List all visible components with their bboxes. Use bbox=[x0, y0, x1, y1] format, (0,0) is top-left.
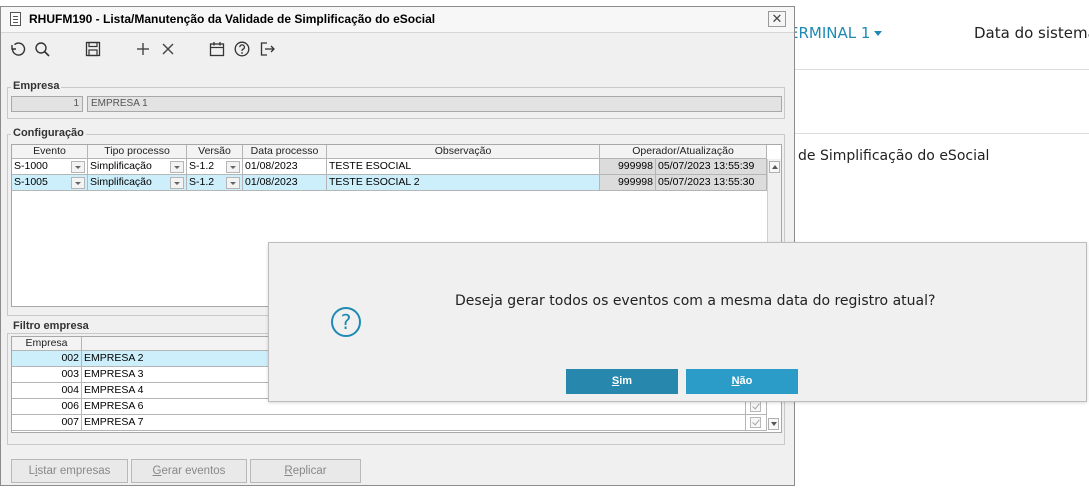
terminal-menu[interactable]: ERMINAL 1 bbox=[789, 24, 883, 42]
checkbox-checked[interactable] bbox=[750, 401, 761, 412]
search-icon[interactable] bbox=[33, 40, 51, 58]
checkbox-cell[interactable] bbox=[746, 415, 767, 431]
undo-icon[interactable] bbox=[8, 40, 26, 58]
close-button[interactable]: ✕ bbox=[768, 11, 786, 27]
empresa-code-field: 1 bbox=[11, 96, 83, 112]
chevron-down-icon bbox=[874, 31, 883, 36]
empresa-code-cell[interactable]: 002 bbox=[12, 351, 82, 367]
atualizacao-cell: 05/07/2023 13:55:39 bbox=[656, 159, 767, 175]
add-icon[interactable] bbox=[134, 40, 152, 58]
help-icon[interactable] bbox=[233, 40, 251, 58]
button-mnemonic: R bbox=[284, 465, 293, 477]
dialog-message: Deseja gerar todos os eventos com a mesm… bbox=[455, 293, 936, 309]
column-header-tipo-processo[interactable]: Tipo processo bbox=[88, 145, 187, 159]
button-mnemonic: G bbox=[152, 465, 162, 477]
tipo-processo-cell[interactable]: Simplificação bbox=[88, 159, 187, 175]
atualizacao-cell: 05/07/2023 13:55:30 bbox=[656, 175, 767, 191]
tipo-processo-value: Simplificação bbox=[90, 176, 152, 188]
configuracao-group-label: Configuração bbox=[11, 127, 86, 139]
data-processo-cell[interactable]: 01/08/2023 bbox=[243, 159, 327, 175]
exit-icon[interactable] bbox=[258, 40, 276, 58]
empresa-name-cell[interactable]: EMPRESA 7 bbox=[82, 415, 746, 431]
toolbar bbox=[1, 33, 794, 65]
listar-empresas-button[interactable]: Listar empresas bbox=[11, 459, 128, 483]
dropdown-arrow-icon[interactable] bbox=[71, 177, 85, 189]
evento-cell[interactable]: S-1000 bbox=[12, 159, 88, 175]
empresa-name-field: EMPRESA 1 bbox=[87, 96, 782, 112]
filtro-empresa-group-label: Filtro empresa bbox=[11, 320, 91, 332]
dropdown-arrow-icon[interactable] bbox=[71, 161, 85, 173]
dropdown-arrow-icon[interactable] bbox=[170, 177, 184, 189]
evento-value: S-1000 bbox=[14, 160, 48, 172]
calendar-icon[interactable] bbox=[208, 40, 226, 58]
dropdown-arrow-icon[interactable] bbox=[170, 161, 184, 173]
dropdown-arrow-icon[interactable] bbox=[226, 161, 240, 173]
sim-button[interactable]: Sim bbox=[566, 369, 678, 394]
terminal-label: ERMINAL 1 bbox=[789, 24, 871, 42]
column-header-observacao[interactable]: Observação bbox=[327, 145, 600, 159]
system-date-label: Data do sistema: bbox=[974, 24, 1089, 42]
button-text: eplicar bbox=[292, 465, 327, 477]
confirm-dialog: ? Deseja gerar todos os eventos com a me… bbox=[268, 242, 1087, 402]
column-header-empresa[interactable]: Empresa bbox=[12, 337, 82, 351]
document-icon bbox=[10, 12, 21, 26]
delete-icon[interactable] bbox=[159, 40, 177, 58]
column-header-versao[interactable]: Versão bbox=[187, 145, 243, 159]
button-text: erar eventos bbox=[161, 465, 226, 477]
dropdown-arrow-icon[interactable] bbox=[226, 177, 240, 189]
page-subtitle: de Simplificação do eSocial bbox=[798, 148, 990, 164]
button-text: ão bbox=[739, 375, 753, 387]
replicar-button[interactable]: Replicar bbox=[250, 459, 361, 483]
divider bbox=[795, 133, 1089, 134]
scroll-down-icon[interactable] bbox=[768, 418, 779, 430]
question-icon: ? bbox=[331, 307, 361, 337]
versao-value: S-1.2 bbox=[189, 176, 215, 188]
button-text: im bbox=[619, 375, 633, 387]
save-icon[interactable] bbox=[84, 40, 102, 58]
gerar-eventos-button[interactable]: Gerar eventos bbox=[131, 459, 247, 483]
versao-value: S-1.2 bbox=[189, 160, 215, 172]
versao-cell[interactable]: S-1.2 bbox=[187, 159, 243, 175]
button-text: star empresas bbox=[37, 465, 111, 477]
checkbox-checked[interactable] bbox=[750, 417, 761, 428]
empresa-code-cell[interactable]: 004 bbox=[12, 383, 82, 399]
empresa-code-cell[interactable]: 007 bbox=[12, 415, 82, 431]
operador-cell: 999998 bbox=[600, 175, 656, 191]
button-mnemonic: N bbox=[731, 375, 740, 387]
observacao-cell[interactable]: TESTE ESOCIAL 2 bbox=[327, 175, 600, 191]
evento-value: S-1005 bbox=[14, 176, 48, 188]
column-header-operador[interactable]: Operador/Atualização bbox=[600, 145, 767, 159]
tipo-processo-cell[interactable]: Simplificação bbox=[88, 175, 187, 191]
empresa-code-cell[interactable]: 006 bbox=[12, 399, 82, 415]
empresa-group-label: Empresa bbox=[11, 80, 62, 92]
tipo-processo-value: Simplificação bbox=[90, 160, 152, 172]
versao-cell[interactable]: S-1.2 bbox=[187, 175, 243, 191]
observacao-cell[interactable]: TESTE ESOCIAL bbox=[327, 159, 600, 175]
empresa-code-cell[interactable]: 003 bbox=[12, 367, 82, 383]
window-title: RHUFM190 - Lista/Manutenção da Validade … bbox=[29, 12, 436, 26]
divider bbox=[795, 69, 1089, 70]
operador-cell: 999998 bbox=[600, 159, 656, 175]
scroll-up-icon[interactable] bbox=[769, 161, 780, 173]
column-header-evento[interactable]: Evento bbox=[12, 145, 88, 159]
nao-button[interactable]: Não bbox=[686, 369, 798, 394]
title-bar[interactable]: RHUFM190 - Lista/Manutenção da Validade … bbox=[1, 7, 794, 33]
data-processo-cell[interactable]: 01/08/2023 bbox=[243, 175, 327, 191]
column-header-data-processo[interactable]: Data processo bbox=[243, 145, 327, 159]
evento-cell[interactable]: S-1005 bbox=[12, 175, 88, 191]
